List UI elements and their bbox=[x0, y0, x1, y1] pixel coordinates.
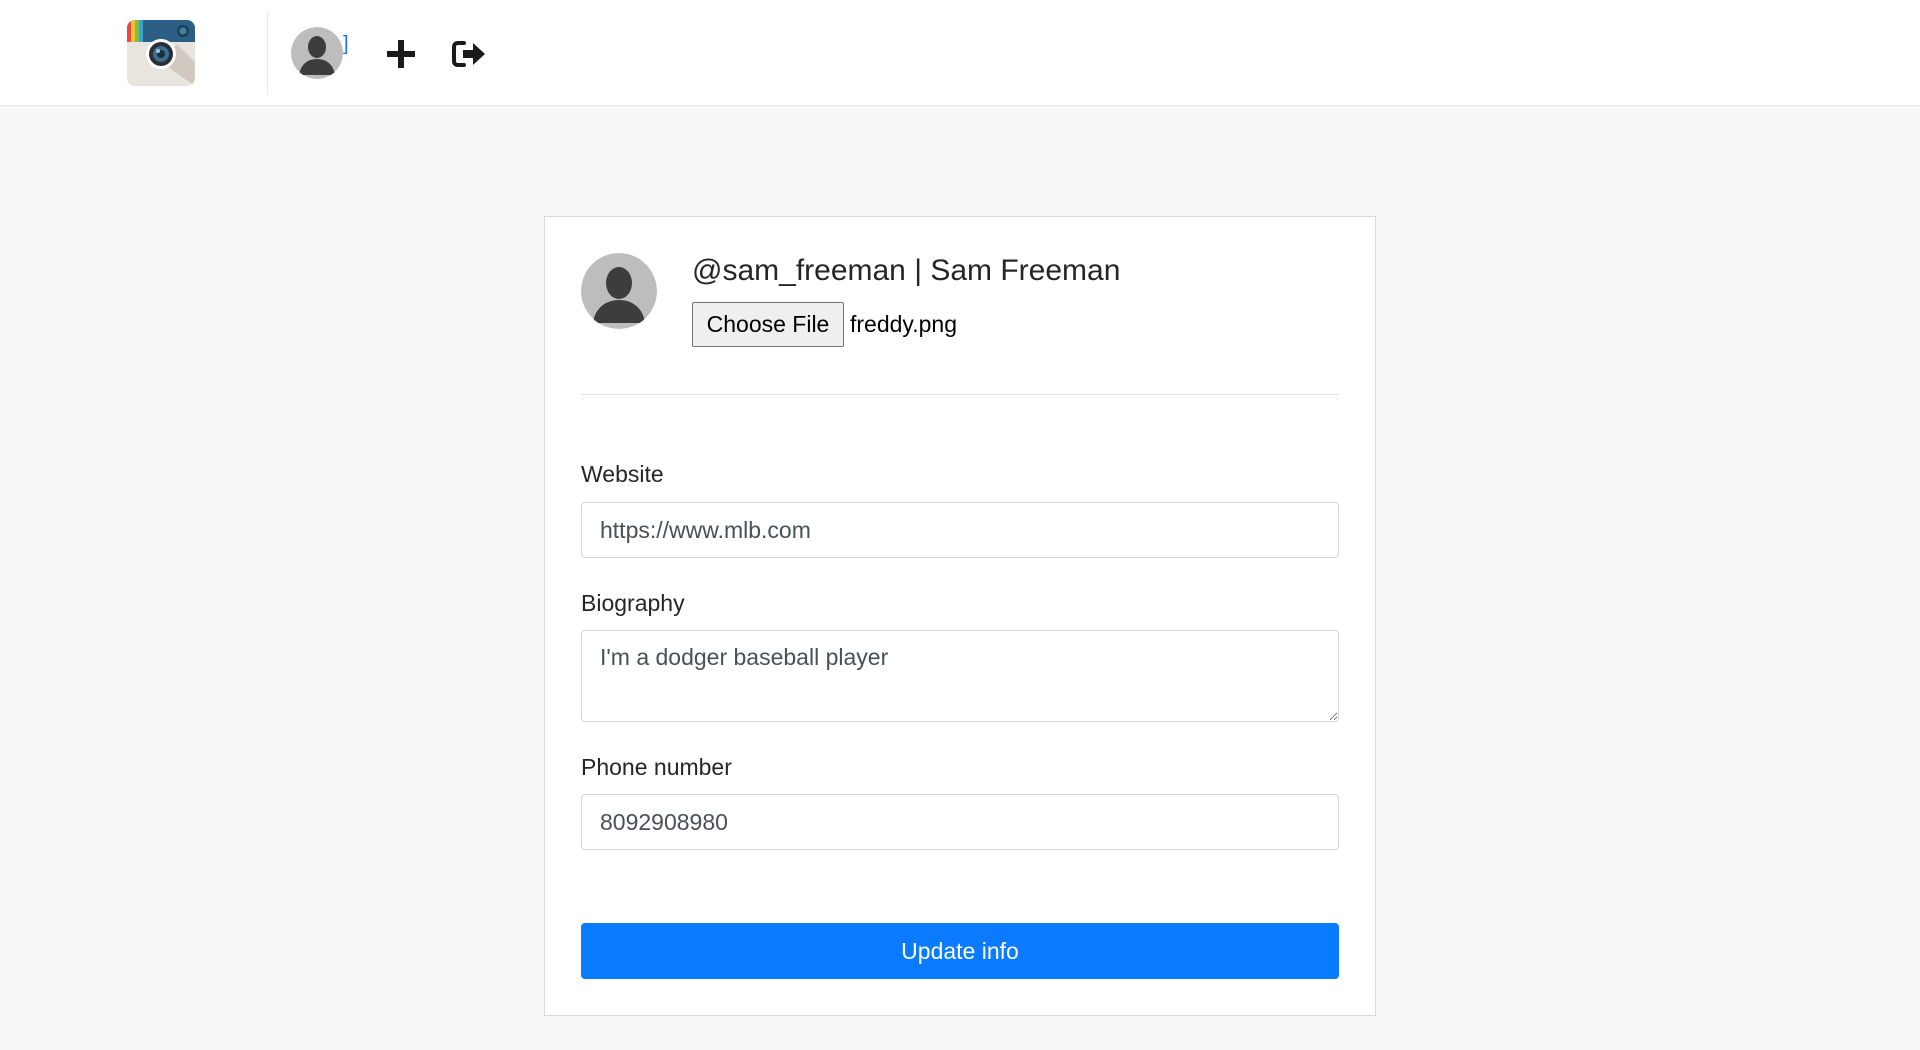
nav-bracket-text: ] bbox=[343, 33, 349, 55]
sign-out-icon[interactable] bbox=[452, 40, 486, 68]
nav-avatar-icon[interactable] bbox=[291, 27, 343, 79]
profile-avatar-icon[interactable] bbox=[581, 253, 657, 329]
website-input[interactable] bbox=[581, 502, 1339, 558]
biography-label: Biography bbox=[581, 590, 685, 616]
website-label: Website bbox=[581, 461, 664, 487]
profile-heading: @sam_freeman | Sam Freeman bbox=[692, 254, 1121, 287]
app-logo-icon[interactable] bbox=[127, 20, 195, 86]
nav-divider bbox=[267, 12, 268, 94]
phone-label: Phone number bbox=[581, 754, 732, 780]
top-navbar: ] bbox=[0, 0, 1920, 106]
update-info-button[interactable]: Update info bbox=[581, 923, 1339, 979]
selected-file-name: freddy.png bbox=[850, 311, 957, 337]
edit-profile-card: @sam_freeman | Sam Freeman Choose File f… bbox=[544, 216, 1376, 1016]
choose-file-button[interactable]: Choose File bbox=[692, 302, 844, 347]
biography-textarea[interactable]: I'm a dodger baseball player bbox=[581, 630, 1339, 722]
card-divider bbox=[581, 394, 1339, 395]
plus-icon[interactable] bbox=[386, 39, 416, 69]
phone-input[interactable] bbox=[581, 794, 1339, 850]
